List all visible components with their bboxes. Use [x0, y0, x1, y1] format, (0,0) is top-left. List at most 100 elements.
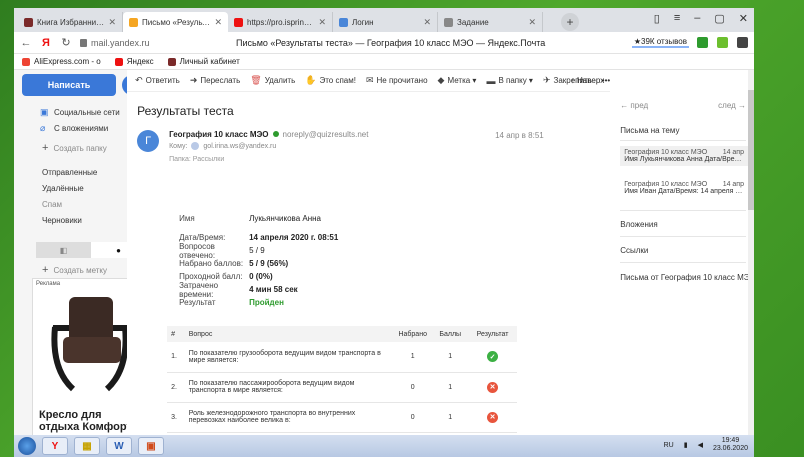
back-arrow-icon[interactable]: ←	[20, 37, 32, 49]
close-tab-icon[interactable]: ✕	[423, 17, 431, 28]
ad-title[interactable]: Кресло для отдыха Комфорт	[39, 409, 139, 433]
folder-list: ▣ Социальные сети ⌀ С вложениями + Создать …	[14, 104, 127, 228]
close-window-button[interactable]: ✕	[739, 12, 748, 25]
bookmark-label: AliExpress.com - о	[34, 57, 101, 66]
result-value: 5 / 9	[249, 246, 265, 255]
thread-snippet: Имя Лукьянчикова Анна Дата/Время...	[624, 156, 744, 163]
address-bar: ← Я ↻ mail.yandex.ru Письмо «Результаты …	[14, 32, 754, 54]
label-dropdown[interactable]: ◆ Метка ▾	[438, 75, 477, 86]
taskbar-powerpoint[interactable]: ▣	[138, 437, 164, 455]
language-indicator[interactable]: RU	[664, 442, 674, 449]
forward-button[interactable]: ➜ Переслать	[190, 75, 240, 86]
bookmark-favicon-icon	[114, 57, 123, 66]
result-cell: ✕	[467, 402, 518, 433]
score-got: 0	[392, 372, 433, 403]
scrollbar[interactable]	[748, 70, 754, 435]
browser-tab[interactable]: Книга Избранница Хозяи✕	[18, 12, 123, 32]
message-nav: ← пред след →	[620, 101, 746, 110]
toolbar-label: Не прочитано	[376, 76, 428, 85]
folder-social[interactable]: ▣ Социальные сети	[14, 104, 127, 120]
compose-button[interactable]: Написать	[22, 74, 116, 96]
reviews-badge[interactable]: ★39К отзывов	[631, 37, 689, 48]
reload-icon[interactable]: ↻	[60, 36, 72, 49]
compact-view-toggle[interactable]: ◧	[36, 242, 91, 258]
spam-button[interactable]: ✋ Это спам!	[305, 75, 356, 86]
pin-icon: ✈	[542, 75, 551, 85]
folder-label: Социальные сети	[54, 107, 120, 117]
extension-icon[interactable]	[697, 37, 708, 48]
url-field[interactable]: mail.yandex.ru	[80, 38, 150, 48]
thread-from: География 10 класс МЭО	[624, 181, 708, 188]
close-tab-icon[interactable]: ✕	[108, 17, 116, 28]
avatar[interactable]: Г	[137, 130, 160, 152]
tab-search-icon[interactable]: ▯	[654, 12, 660, 25]
message-folder[interactable]: Папка: Рассылки	[169, 156, 224, 163]
thread-heading: Письма на тему	[620, 126, 680, 135]
new-tab-button[interactable]: +	[561, 13, 579, 31]
menu-icon[interactable]: ≡	[674, 12, 680, 25]
browser-tab[interactable]: Письмо «Результаты те ✕	[123, 12, 228, 32]
tab-title: Задание	[457, 17, 489, 27]
create-folder-link[interactable]: + Создать папку	[14, 140, 127, 156]
create-label-link[interactable]: + Создать метку	[14, 262, 107, 278]
scrollbar-thumb[interactable]	[748, 90, 754, 210]
system-tray: RU ▮ ◀ 19:49 23.06.2020	[664, 437, 748, 453]
minimize-button[interactable]: –	[694, 12, 700, 25]
mark-unread-button[interactable]: ✉ Не прочитано	[366, 75, 428, 86]
folder-spam[interactable]: Спам	[14, 196, 127, 212]
clock[interactable]: 19:49 23.06.2020	[713, 437, 748, 453]
close-tab-icon[interactable]: ✕	[318, 17, 326, 28]
tag-icon: ◆	[437, 75, 445, 85]
right-panel: ← пред след → Письма на тему География 1…	[610, 70, 754, 435]
tab-favicon-icon	[24, 17, 33, 27]
folder-label: Черновики	[42, 215, 82, 225]
download-icon[interactable]	[717, 37, 728, 48]
tab-favicon-icon	[339, 17, 348, 27]
toolbar-label: Это спам!	[319, 76, 356, 85]
close-tab-icon[interactable]: ✕	[214, 17, 222, 28]
plus-icon: +	[42, 264, 49, 276]
recipient-address[interactable]: gol.irina.ws@yandex.ru	[203, 143, 276, 150]
extension-puzzle-icon[interactable]	[737, 37, 748, 48]
taskbar-word[interactable]: W	[106, 437, 132, 455]
lock-icon	[80, 38, 87, 47]
taskbar-explorer[interactable]: ▦	[74, 437, 100, 455]
browser-window: Книга Избранница Хозяи✕Письмо «Результат…	[14, 8, 754, 435]
browser-tab[interactable]: Логин ✕	[333, 12, 438, 32]
next-message-link[interactable]: след →	[718, 101, 746, 110]
clock-time: 19:49	[721, 437, 740, 444]
bookmark-item[interactable]: Личный кабинет	[167, 57, 240, 66]
toolbar-label: Метка ▾	[447, 76, 477, 85]
tab-favicon-icon	[444, 17, 453, 27]
thread-item[interactable]: География 10 класс МЭО 14 апр Имя Иван Дат…	[620, 178, 748, 198]
message-subject: Результаты теста	[137, 104, 234, 118]
tab-favicon-icon	[129, 17, 138, 27]
maximize-button[interactable]: ▢	[714, 12, 724, 25]
paperclip-icon: ⌀	[40, 122, 46, 133]
attachments-heading[interactable]: Вложения	[620, 220, 657, 229]
browser-tab[interactable]: Задание ✕	[438, 12, 543, 32]
close-tab-icon[interactable]: ✕	[528, 17, 536, 28]
start-button[interactable]	[18, 437, 36, 455]
network-icon[interactable]: ▮	[684, 441, 688, 449]
links-heading[interactable]: Ссылки	[620, 246, 648, 255]
prev-message-link[interactable]: ← пред	[620, 101, 648, 110]
folder-deleted[interactable]: Удалённые	[14, 180, 127, 196]
reply-button[interactable]: ↶ Ответить	[135, 75, 180, 86]
folder-sent[interactable]: Отправленные	[14, 164, 127, 180]
bookmark-item[interactable]: AliExpress.com - о	[22, 57, 101, 66]
bookmark-item[interactable]: Яндекс	[114, 57, 154, 66]
folder-attachments[interactable]: ⌀ С вложениями	[14, 120, 127, 136]
folder-drafts[interactable]: Черновики	[14, 212, 127, 228]
scroll-top-button[interactable]: ↑ Наверх	[571, 76, 604, 85]
delete-button[interactable]: 🗑 Удалить	[250, 75, 295, 86]
question-text: Роль железнодорожного транспорта во внут…	[184, 402, 393, 433]
sender-letters-heading[interactable]: Письма от География 10 класс МЭО	[620, 272, 754, 283]
thread-item[interactable]: География 10 класс МЭО 14 апр Имя Лукьянчи…	[620, 146, 748, 166]
browser-tab[interactable]: https://pro.ispringcloud.ru✕	[228, 12, 333, 32]
move-folder-dropdown[interactable]: ▬ В папку ▾	[486, 76, 533, 86]
volume-icon[interactable]: ◀	[698, 441, 703, 449]
taskbar-yandex-browser[interactable]: Y	[42, 437, 68, 455]
sender[interactable]: География 10 класс МЭО noreply@quizresult…	[169, 130, 368, 139]
yandex-logo-icon[interactable]: Я	[40, 37, 52, 49]
